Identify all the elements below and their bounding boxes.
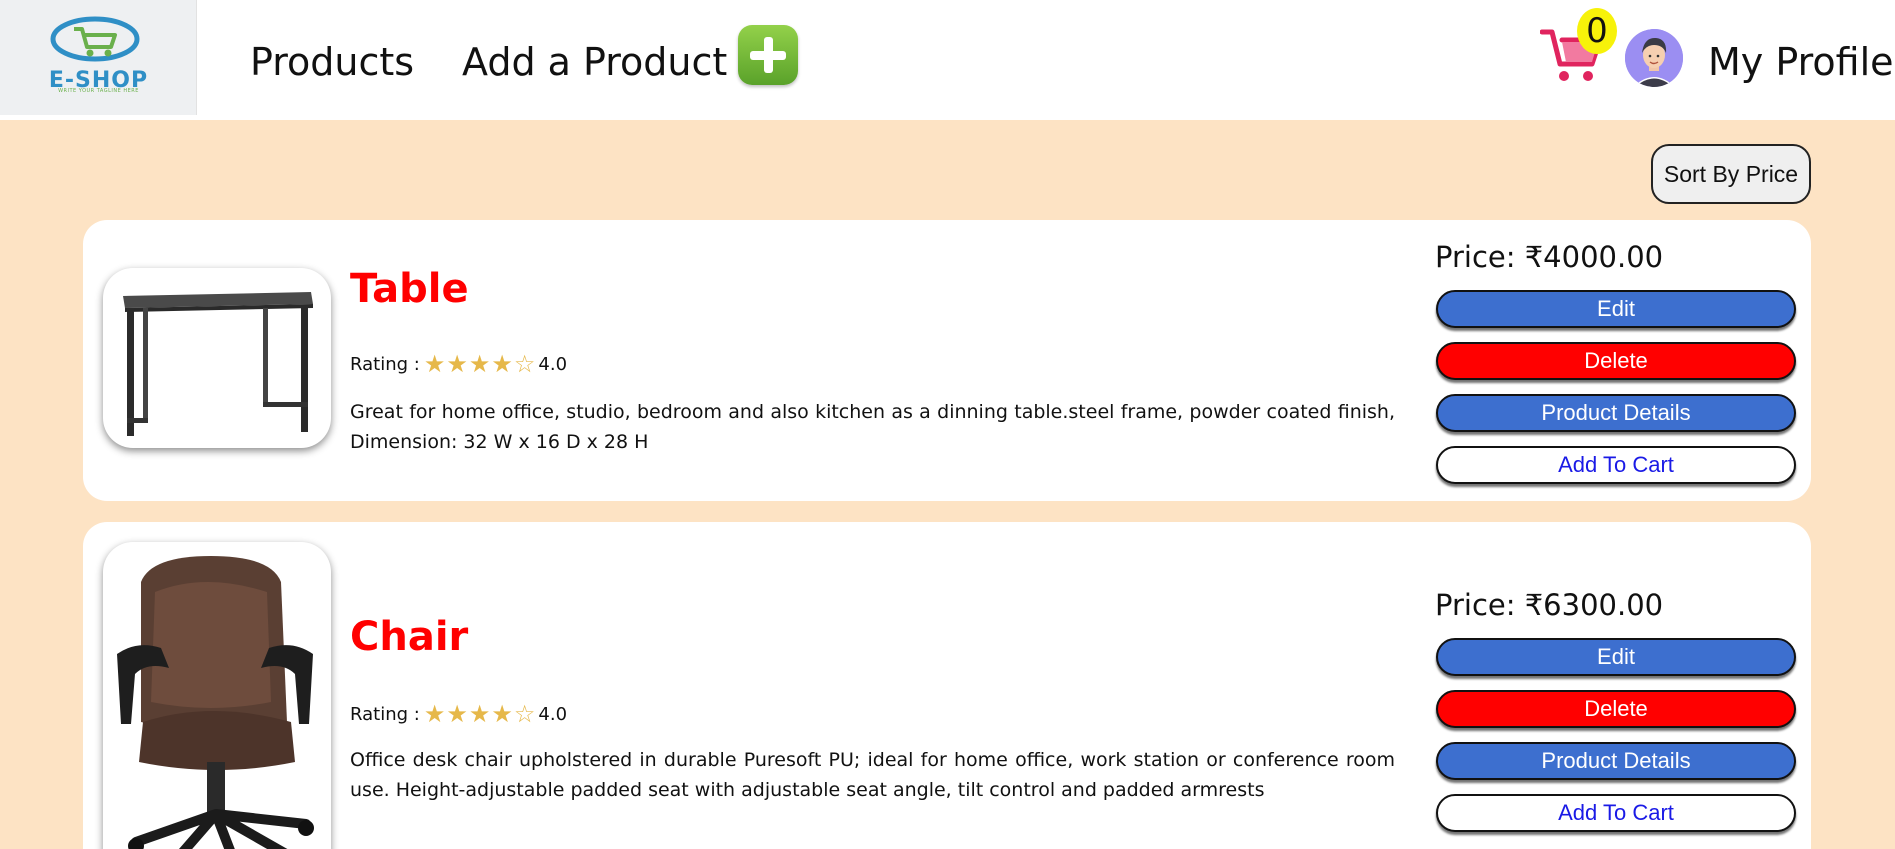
avatar-face-icon bbox=[1625, 29, 1683, 87]
product-rating: Rating : ★★★★☆ 4.0 bbox=[350, 350, 567, 378]
rating-stars: ★★★★☆ bbox=[423, 350, 537, 378]
nav-my-profile-link[interactable]: My Profile bbox=[1708, 38, 1894, 86]
table-image bbox=[123, 292, 313, 436]
add-to-cart-button[interactable]: Add To Cart bbox=[1436, 446, 1796, 484]
rating-label: Rating : bbox=[350, 353, 420, 375]
product-image-table bbox=[103, 268, 331, 448]
edit-button[interactable]: Edit bbox=[1436, 290, 1796, 328]
logo-tagline: WRITE YOUR TAGLINE HERE bbox=[58, 88, 139, 94]
product-title: Chair bbox=[350, 614, 469, 660]
rating-value: 4.0 bbox=[538, 353, 568, 375]
add-to-cart-button[interactable]: Add To Cart bbox=[1436, 794, 1796, 832]
nav-products-link[interactable]: Products bbox=[250, 38, 414, 86]
product-rating: Rating : ★★★★☆ 4.0 bbox=[350, 700, 567, 728]
product-details-button[interactable]: Product Details bbox=[1436, 394, 1796, 432]
product-card: Table Rating : ★★★★☆ 4.0 Great for home … bbox=[83, 220, 1811, 501]
product-card: Chair Rating : ★★★★☆ 4.0 Office desk cha… bbox=[83, 522, 1811, 849]
nav-add-product-link[interactable]: Add a Product bbox=[462, 38, 727, 86]
eshop-logo[interactable]: E-SHOP WRITE YOUR TAGLINE HERE bbox=[0, 0, 197, 115]
chair-image bbox=[117, 556, 314, 849]
product-details-button[interactable]: Product Details bbox=[1436, 742, 1796, 780]
rating-stars: ★★★★☆ bbox=[423, 700, 537, 728]
product-description: Great for home office, studio, bedroom a… bbox=[350, 401, 1395, 453]
rating-value: 4.0 bbox=[538, 703, 568, 725]
delete-button[interactable]: Delete bbox=[1436, 342, 1796, 380]
product-title: Table bbox=[350, 266, 469, 312]
product-description: Office desk chair upholstered in durable… bbox=[350, 749, 1395, 801]
delete-button[interactable]: Delete bbox=[1436, 690, 1796, 728]
plus-icon[interactable] bbox=[738, 25, 798, 85]
product-image-chair bbox=[103, 542, 331, 849]
product-price: Price: ₹4000.00 bbox=[1435, 240, 1664, 274]
edit-button[interactable]: Edit bbox=[1436, 638, 1796, 676]
rating-label: Rating : bbox=[350, 703, 420, 725]
sort-by-price-button[interactable]: Sort By Price bbox=[1651, 144, 1811, 204]
cart-count-badge: 0 bbox=[1577, 8, 1617, 54]
product-price: Price: ₹6300.00 bbox=[1435, 588, 1664, 622]
top-navbar: E-SHOP WRITE YOUR TAGLINE HERE Products … bbox=[0, 0, 1895, 120]
logo-cart-icon bbox=[50, 16, 140, 62]
avatar-icon[interactable] bbox=[1625, 29, 1683, 87]
